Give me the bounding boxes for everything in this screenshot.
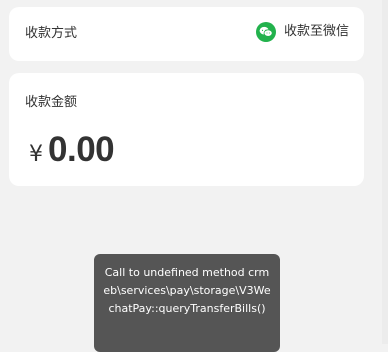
currency-symbol: ¥	[29, 142, 43, 167]
amount-label: 收款金额	[25, 95, 78, 110]
scrollbar-track[interactable]	[382, 0, 388, 344]
payment-method-label: 收款方式	[25, 26, 78, 41]
error-toast-message: Call to undefined method crmeb\services\…	[103, 266, 271, 315]
payment-method-value: 收款至微信	[283, 24, 349, 39]
payment-method-selector[interactable]: 收款至微信	[255, 22, 349, 42]
amount-value: 0.00	[48, 130, 115, 169]
wechat-icon	[255, 22, 276, 42]
error-toast: Call to undefined method crmeb\services\…	[94, 254, 280, 352]
amount-display[interactable]: ¥ 0.00	[29, 129, 115, 171]
payment-method-card: 收款方式 收款至微信	[9, 7, 364, 61]
amount-card: 收款金额 ¥ 0.00	[9, 73, 364, 186]
